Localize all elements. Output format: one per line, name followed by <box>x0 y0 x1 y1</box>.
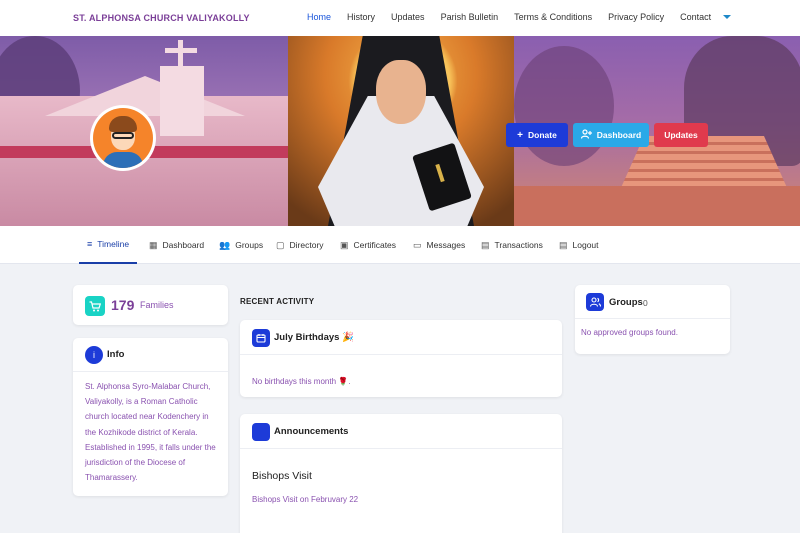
announcements-title: Announcements <box>274 426 349 437</box>
site-brand[interactable]: ST. ALPHONSA CHURCH VALIYAKOLLY <box>73 13 250 23</box>
grid-icon: ▦ <box>149 239 158 250</box>
groups-count: 0 <box>643 298 648 308</box>
main-menu: Home History Updates Parish Bulletin Ter… <box>307 12 727 22</box>
nav-updates[interactable]: Updates <box>391 12 425 22</box>
birthdays-title: July Birthdays 🎉 <box>274 332 354 343</box>
announcement-headline[interactable]: Bishops Visit <box>252 470 312 482</box>
dashboard-button[interactable]: Dashboard <box>573 123 649 147</box>
announcements-header: Announcements <box>240 414 562 449</box>
nav-home[interactable]: Home <box>307 12 331 22</box>
info-icon: i <box>85 346 103 364</box>
nav-privacy[interactable]: Privacy Policy <box>608 12 664 22</box>
groups-title: Groups <box>609 297 643 308</box>
tab-logout[interactable]: ▤ Logout <box>559 226 599 264</box>
briefcase-icon: ▢ <box>276 239 285 250</box>
nav-terms[interactable]: Terms & Conditions <box>514 12 592 22</box>
families-label: Families <box>140 300 174 310</box>
tab-transactions[interactable]: ▤ Transactions <box>481 226 543 264</box>
calendar-icon <box>252 329 270 347</box>
groups-empty-text: No approved groups found. <box>581 328 678 337</box>
donate-button[interactable]: + Donate <box>506 123 568 147</box>
saint-portrait <box>288 36 514 226</box>
avatar[interactable] <box>90 105 156 171</box>
announcements-card: Announcements Bishops Visit Bishops Visi… <box>240 414 562 533</box>
shopping-cart-icon <box>85 296 105 316</box>
nav-parish-bulletin[interactable]: Parish Bulletin <box>441 12 499 22</box>
file-text-icon: ▤ <box>559 239 568 250</box>
groups-header: Groups 0 <box>575 285 730 319</box>
image-icon: ▣ <box>340 239 349 250</box>
users-icon: 👥 <box>219 239 231 250</box>
updates-button[interactable]: Updates <box>654 123 708 147</box>
recent-activity-heading: RECENT ACTIVITY <box>240 297 315 306</box>
tab-timeline[interactable]: ≡ Timeline <box>79 226 138 264</box>
nav-contact[interactable]: Contact <box>680 12 711 22</box>
nav-history[interactable]: History <box>347 12 375 22</box>
message-icon: ▭ <box>413 239 422 250</box>
info-title: Info <box>107 349 125 360</box>
info-header: i Info <box>73 338 228 372</box>
info-card: i Info St. Alphonsa Syro-Malabar Church,… <box>73 338 228 496</box>
user-dropdown-caret-icon[interactable] <box>723 15 731 19</box>
plus-icon: + <box>517 129 524 141</box>
tab-groups[interactable]: 👥 Groups <box>219 226 263 264</box>
profile-tabs: ≡ Timeline ▦ Dashboard 👥 Groups ▢ Direct… <box>0 226 800 264</box>
announcement-text: Bishops Visit on Februvary 22 <box>252 495 359 504</box>
top-navbar: ST. ALPHONSA CHURCH VALIYAKOLLY Home His… <box>0 0 800 36</box>
users-icon <box>586 293 604 311</box>
announcement-icon <box>252 423 270 441</box>
groups-card: Groups 0 No approved groups found. <box>575 285 730 354</box>
info-description: St. Alphonsa Syro-Malabar Church, Valiya… <box>85 382 216 483</box>
file-icon: ▤ <box>481 239 490 250</box>
tab-messages[interactable]: ▭ Messages <box>413 226 465 264</box>
families-count: 179 <box>111 297 135 313</box>
tab-dashboard[interactable]: ▦ Dashboard <box>149 226 204 264</box>
tab-certificates[interactable]: ▣ Certificates <box>340 226 396 264</box>
user-plus-icon <box>580 128 592 142</box>
list-icon: ≡ <box>87 239 93 249</box>
tab-directory[interactable]: ▢ Directory <box>276 226 324 264</box>
birthdays-empty-text: No birthdays this month 🌹. <box>252 377 351 386</box>
families-card: 179 Families <box>73 285 228 325</box>
birthdays-header: July Birthdays 🎉 <box>240 320 562 355</box>
birthdays-card: July Birthdays 🎉 No birthdays this month… <box>240 320 562 397</box>
